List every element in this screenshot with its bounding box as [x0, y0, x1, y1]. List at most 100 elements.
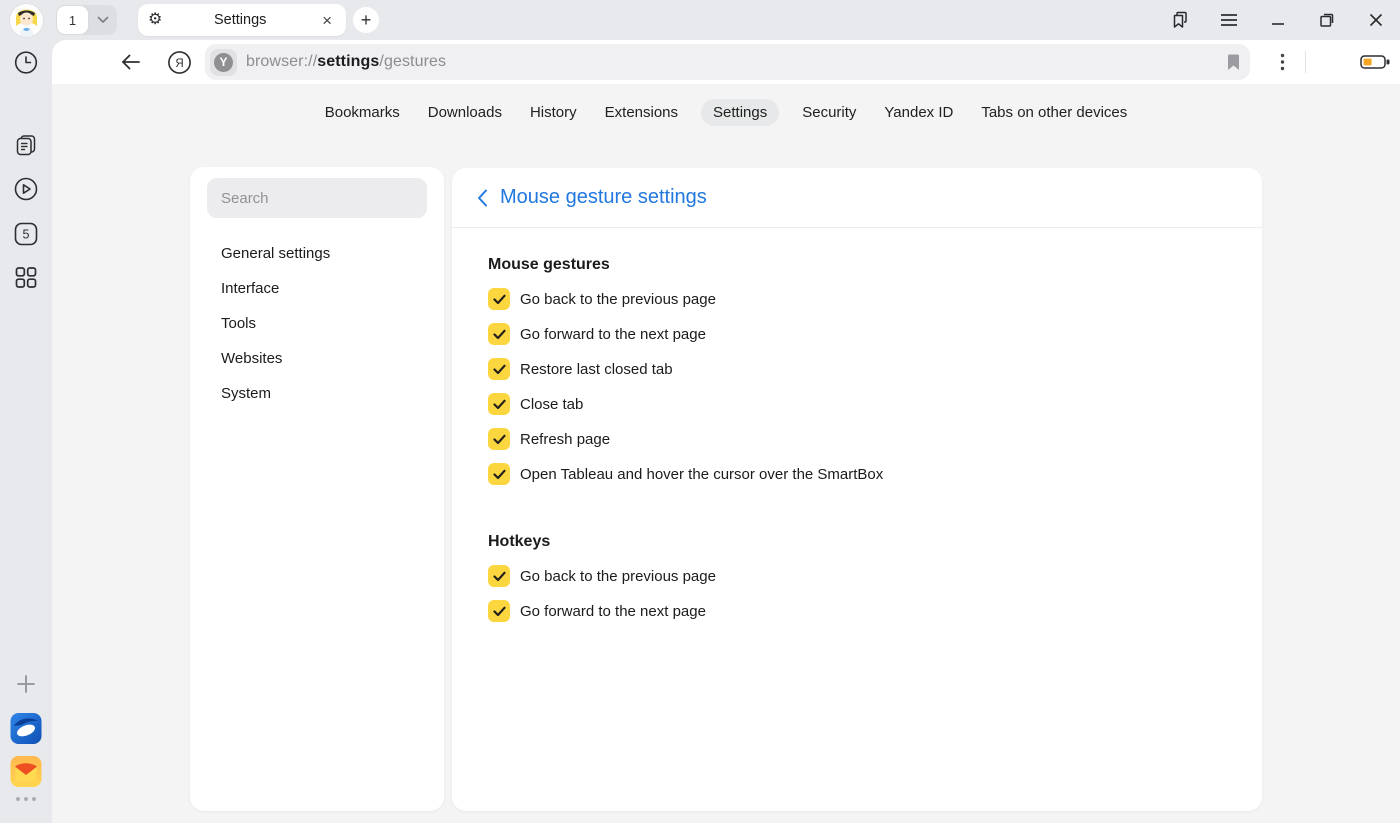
url-text[interactable]: browser://settings/gestures: [246, 53, 1227, 71]
check-icon: [493, 571, 506, 582]
close-icon: [1369, 13, 1383, 27]
checkbox-checked[interactable]: [488, 600, 510, 622]
window-controls: [1155, 0, 1400, 40]
panel-body: Mouse gestures Go back to the previous p…: [452, 228, 1262, 622]
check-icon: [493, 469, 506, 480]
nav-bookmarks[interactable]: Bookmarks: [320, 99, 405, 126]
battery-saver-button[interactable]: [1348, 40, 1400, 84]
active-tab-title: Settings: [162, 12, 318, 28]
nav-yandex-id[interactable]: Yandex ID: [879, 99, 958, 126]
back-arrow-icon: [120, 52, 142, 72]
new-tab-button[interactable]: +: [353, 7, 379, 33]
settings-page: Bookmarks Downloads History Extensions S…: [52, 84, 1400, 823]
checkbox-checked[interactable]: [488, 323, 510, 345]
news-feed-icon: [14, 133, 39, 158]
checkbox-checked[interactable]: [488, 463, 510, 485]
disk-app-button[interactable]: [10, 712, 43, 745]
url-path: /gestures: [379, 53, 446, 70]
check-icon: [493, 399, 506, 410]
browser-menu-button[interactable]: [1204, 0, 1253, 40]
feed-rail-button[interactable]: [14, 133, 39, 158]
hotkey-label: Go forward to the next page: [520, 603, 706, 620]
minimize-button[interactable]: [1253, 0, 1302, 40]
tabs-rail-button[interactable]: 5: [14, 222, 38, 246]
yandex-disk-icon: [10, 712, 43, 745]
bookmark-flag-icon[interactable]: [1227, 54, 1240, 71]
checkbox-checked[interactable]: [488, 428, 510, 450]
panel-header: Mouse gesture settings: [452, 168, 1262, 228]
section-heading-mouse-gestures: Mouse gestures: [488, 256, 1226, 274]
svg-text:5: 5: [23, 228, 30, 242]
hotkey-row: Go forward to the next page: [488, 600, 1226, 622]
chevron-left-icon: [477, 189, 488, 207]
apps-grid-icon: [15, 266, 38, 289]
page-actions-button[interactable]: [1260, 40, 1304, 84]
chevron-down-icon: [97, 16, 109, 24]
gesture-row: Close tab: [488, 393, 1226, 415]
nav-tabs-other-devices[interactable]: Tabs on other devices: [976, 99, 1132, 126]
sidebar-item-websites[interactable]: Websites: [207, 341, 427, 376]
tab-group-count[interactable]: 1: [56, 5, 89, 35]
tab-strip: 1 ⚙ Settings × +: [0, 0, 1400, 40]
gesture-label: Go forward to the next page: [520, 326, 706, 343]
check-icon: [493, 364, 506, 375]
site-badge[interactable]: Y: [210, 49, 237, 76]
check-icon: [493, 294, 506, 305]
check-icon: [493, 434, 506, 445]
settings-search-input[interactable]: [207, 178, 427, 218]
rail-more-button[interactable]: [15, 796, 37, 802]
sidebar-item-interface[interactable]: Interface: [207, 271, 427, 306]
back-button[interactable]: [112, 40, 150, 84]
browser-scheme-icon: Y: [214, 53, 233, 72]
tab-group: 1: [56, 5, 117, 35]
ellipsis-icon: [15, 796, 37, 802]
bookmark-tabs-icon: [1170, 10, 1190, 30]
kebab-menu-icon: [1280, 53, 1285, 71]
nav-security[interactable]: Security: [797, 99, 861, 126]
restore-button[interactable]: [1302, 0, 1351, 40]
sidebar-item-tools[interactable]: Tools: [207, 306, 427, 341]
services-rail-button[interactable]: [15, 266, 38, 289]
clock-icon: [14, 50, 39, 75]
toolbar: Я Y browser://settings/gestures: [52, 40, 1400, 84]
video-rail-button[interactable]: [13, 176, 39, 202]
active-tab[interactable]: ⚙ Settings ×: [138, 4, 346, 36]
gesture-row: Open Tableau and hover the cursor over t…: [488, 463, 1226, 485]
side-rail: 5: [0, 40, 52, 823]
gesture-label: Refresh page: [520, 431, 610, 448]
back-to-settings-button[interactable]: [470, 186, 494, 210]
address-bar[interactable]: Y browser://settings/gestures: [205, 44, 1250, 80]
checkbox-checked[interactable]: [488, 288, 510, 310]
close-window-button[interactable]: [1351, 0, 1400, 40]
nav-settings[interactable]: Settings: [701, 99, 779, 126]
play-circle-icon: [13, 176, 39, 202]
nav-extensions[interactable]: Extensions: [600, 99, 683, 126]
yandex-mail-icon: [10, 755, 43, 788]
profile-avatar[interactable]: [10, 4, 43, 37]
nav-history[interactable]: History: [525, 99, 582, 126]
checkbox-checked[interactable]: [488, 358, 510, 380]
mail-app-button[interactable]: [10, 755, 43, 788]
gesture-row: Restore last closed tab: [488, 358, 1226, 380]
settings-sidebar: General settings Interface Tools Website…: [190, 167, 444, 811]
check-icon: [493, 329, 506, 340]
yandex-home-button[interactable]: Я: [160, 40, 198, 84]
toolbar-separator: [1304, 40, 1306, 84]
history-rail-button[interactable]: [14, 50, 39, 75]
settings-gear-icon: ⚙: [148, 12, 162, 28]
browser-window: 1 ⚙ Settings × +: [0, 0, 1400, 823]
gesture-label: Open Tableau and hover the cursor over t…: [520, 466, 883, 483]
gesture-settings-panel: Mouse gesture settings Mouse gestures Go…: [452, 168, 1262, 811]
checkbox-checked[interactable]: [488, 565, 510, 587]
close-tab-icon[interactable]: ×: [318, 10, 336, 31]
page-title: Mouse gesture settings: [500, 186, 707, 209]
tab-panel-button[interactable]: [1155, 0, 1204, 40]
sidebar-item-system[interactable]: System: [207, 376, 427, 411]
nav-downloads[interactable]: Downloads: [423, 99, 507, 126]
add-panel-button[interactable]: [17, 675, 35, 693]
plus-icon: [17, 675, 35, 693]
sidebar-item-general-settings[interactable]: General settings: [207, 236, 427, 271]
checkbox-checked[interactable]: [488, 393, 510, 415]
battery-icon: [1360, 53, 1390, 71]
gesture-row: Go back to the previous page: [488, 288, 1226, 310]
